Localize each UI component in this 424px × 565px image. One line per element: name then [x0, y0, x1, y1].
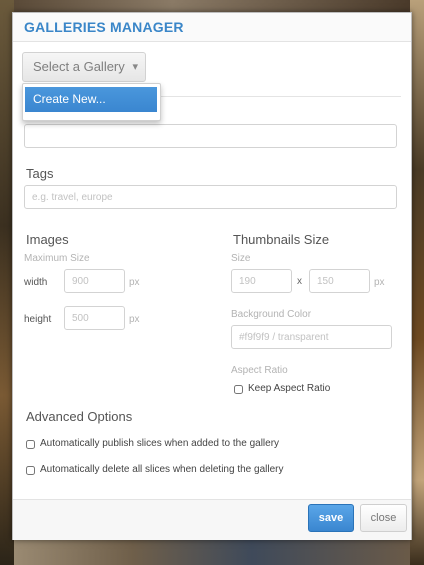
width-label: width	[24, 277, 48, 288]
tags-label: Tags	[26, 166, 54, 181]
gallery-name-input[interactable]	[24, 124, 397, 148]
save-button[interactable]: save	[308, 504, 354, 532]
thumbnail-height-input[interactable]	[309, 269, 370, 293]
modal-title: GALLERIES MANAGER	[24, 19, 184, 35]
auto-delete-checkbox[interactable]	[26, 466, 35, 475]
tags-input[interactable]	[24, 185, 397, 209]
thumbnail-size-unit: px	[374, 277, 385, 288]
size-separator: x	[297, 276, 302, 287]
keep-aspect-ratio-checkbox[interactable]	[234, 385, 243, 394]
header-divider	[153, 96, 401, 97]
galleries-manager-modal: GALLERIES MANAGER Select a Gallery ▾ Cre…	[12, 12, 412, 540]
gallery-select-label: Select a Gallery	[33, 59, 125, 74]
image-height-input[interactable]	[64, 306, 125, 330]
auto-publish-label: Automatically publish slices when added …	[40, 438, 280, 449]
auto-publish-checkbox[interactable]	[26, 440, 35, 449]
thumbnails-section-title: Thumbnails Size	[233, 232, 330, 247]
thumbnail-width-input[interactable]	[231, 269, 292, 293]
thumbnail-size-label: Size	[231, 253, 251, 264]
height-unit: px	[129, 314, 140, 325]
background-photo-right	[410, 0, 424, 565]
keep-aspect-ratio-label: Keep Aspect Ratio	[248, 383, 331, 394]
aspect-ratio-label: Aspect Ratio	[231, 365, 288, 376]
images-section-title: Images	[26, 232, 69, 247]
auto-delete-label: Automatically delete all slices when del…	[40, 464, 284, 475]
image-width-input[interactable]	[64, 269, 125, 293]
advanced-options-title: Advanced Options	[26, 409, 133, 424]
gallery-select-button[interactable]: Select a Gallery ▾	[22, 52, 146, 82]
menu-item-create-new[interactable]: Create New...	[25, 87, 157, 112]
width-unit: px	[129, 277, 140, 288]
background-color-label: Background Color	[231, 309, 312, 320]
close-button[interactable]: close	[360, 504, 407, 532]
gallery-dropdown-menu: Create New...	[22, 83, 161, 121]
background-photo-bottom	[14, 538, 410, 565]
maximum-size-label: Maximum Size	[24, 253, 90, 264]
background-color-input[interactable]	[231, 325, 392, 349]
chevron-down-icon: ▾	[132, 61, 138, 73]
height-label: height	[24, 314, 52, 325]
